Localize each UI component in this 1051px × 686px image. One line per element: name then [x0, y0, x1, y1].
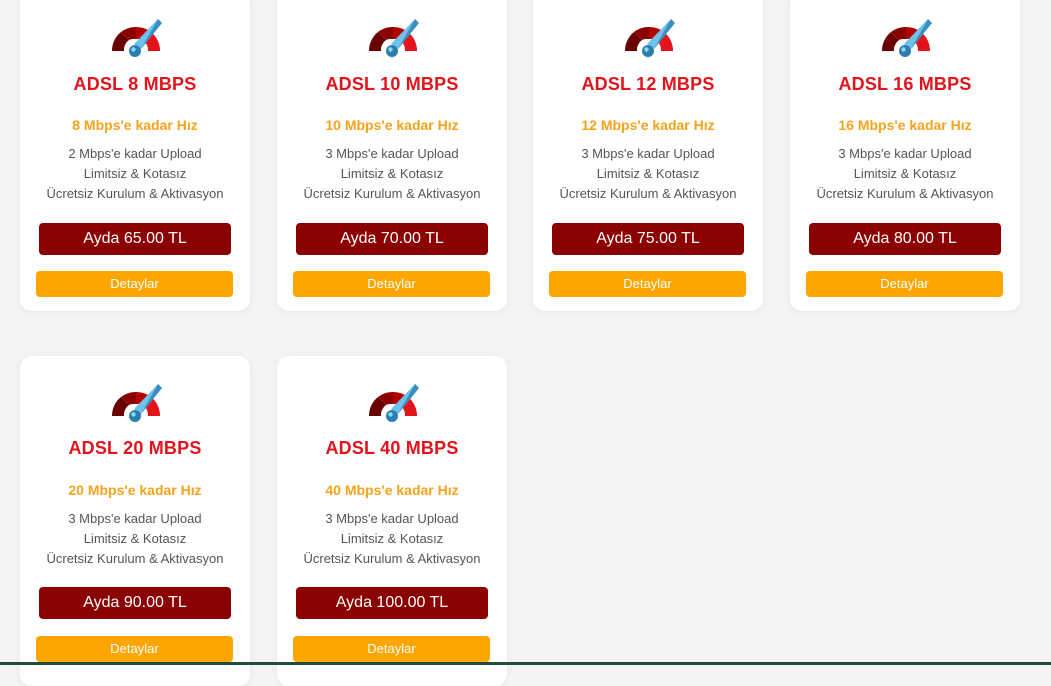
details-button[interactable]: Detaylar [36, 636, 233, 662]
plan-features: 3 Mbps'e kadar Upload Limitsiz & Kotasız… [277, 144, 507, 204]
price-button[interactable]: Ayda 65.00 TL [39, 223, 231, 255]
plan-limit: Limitsiz & Kotasız [853, 166, 957, 181]
plan-card-adsl-10: ADSL 10 MBPS 10 Mbps'e kadar Hız 3 Mbps'… [277, 0, 507, 311]
plan-limit: Limitsiz & Kotasız [83, 531, 187, 546]
plan-setup: Ücretsiz Kurulum & Aktivasyon [46, 551, 224, 566]
plan-speed: 12 Mbps'e kadar Hız [581, 117, 715, 133]
plan-setup: Ücretsiz Kurulum & Aktivasyon [303, 186, 481, 201]
plan-title: ADSL 12 MBPS [581, 74, 715, 94]
plan-upload: 3 Mbps'e kadar Upload [68, 511, 202, 526]
plan-setup: Ücretsiz Kurulum & Aktivasyon [303, 551, 481, 566]
plan-card-adsl-40: ADSL 40 MBPS 40 Mbps'e kadar Hız 3 Mbps'… [277, 356, 507, 686]
plan-features: 2 Mbps'e kadar Upload Limitsiz & Kotasız… [20, 144, 250, 204]
plan-upload: 3 Mbps'e kadar Upload [581, 146, 715, 161]
plan-card-adsl-8: ADSL 8 MBPS 8 Mbps'e kadar Hız 2 Mbps'e … [20, 0, 250, 311]
plan-upload: 3 Mbps'e kadar Upload [325, 511, 459, 526]
plan-title: ADSL 10 MBPS [325, 74, 459, 94]
plan-limit: Limitsiz & Kotasız [596, 166, 700, 181]
plan-speed: 40 Mbps'e kadar Hız [325, 482, 459, 498]
plan-title: ADSL 40 MBPS [325, 438, 459, 458]
plan-setup: Ücretsiz Kurulum & Aktivasyon [559, 186, 737, 201]
price-button[interactable]: Ayda 90.00 TL [39, 587, 231, 619]
plan-title: ADSL 8 MBPS [73, 74, 197, 94]
speedometer-icon [621, 15, 677, 57]
plan-setup: Ücretsiz Kurulum & Aktivasyon [816, 186, 994, 201]
price-button[interactable]: Ayda 75.00 TL [552, 223, 744, 255]
plan-upload: 3 Mbps'e kadar Upload [325, 146, 459, 161]
price-button[interactable]: Ayda 80.00 TL [809, 223, 1001, 255]
price-button[interactable]: Ayda 100.00 TL [296, 587, 488, 619]
plan-limit: Limitsiz & Kotasız [83, 166, 187, 181]
plan-features: 3 Mbps'e kadar Upload Limitsiz & Kotasız… [790, 144, 1020, 204]
details-button[interactable]: Detaylar [806, 271, 1003, 297]
plan-speed: 16 Mbps'e kadar Hız [838, 117, 972, 133]
speedometer-icon [108, 15, 164, 57]
plan-card-adsl-12: ADSL 12 MBPS 12 Mbps'e kadar Hız 3 Mbps'… [533, 0, 763, 311]
plan-limit: Limitsiz & Kotasız [340, 166, 444, 181]
speedometer-icon [878, 15, 934, 57]
plan-speed: 8 Mbps'e kadar Hız [72, 117, 198, 133]
plan-features: 3 Mbps'e kadar Upload Limitsiz & Kotasız… [277, 509, 507, 569]
price-button[interactable]: Ayda 70.00 TL [296, 223, 488, 255]
details-button[interactable]: Detaylar [36, 271, 233, 297]
plan-features: 3 Mbps'e kadar Upload Limitsiz & Kotasız… [533, 144, 763, 204]
details-button[interactable]: Detaylar [293, 271, 490, 297]
plan-upload: 2 Mbps'e kadar Upload [68, 146, 202, 161]
plan-features: 3 Mbps'e kadar Upload Limitsiz & Kotasız… [20, 509, 250, 569]
plan-title: ADSL 20 MBPS [68, 438, 202, 458]
speedometer-icon [108, 380, 164, 422]
details-button[interactable]: Detaylar [549, 271, 746, 297]
plan-upload: 3 Mbps'e kadar Upload [838, 146, 972, 161]
plan-speed: 20 Mbps'e kadar Hız [68, 482, 202, 498]
plan-speed: 10 Mbps'e kadar Hız [325, 117, 459, 133]
speedometer-icon [365, 15, 421, 57]
plan-card-adsl-16: ADSL 16 MBPS 16 Mbps'e kadar Hız 3 Mbps'… [790, 0, 1020, 311]
details-button[interactable]: Detaylar [293, 636, 490, 662]
plan-title: ADSL 16 MBPS [838, 74, 972, 94]
plan-setup: Ücretsiz Kurulum & Aktivasyon [46, 186, 224, 201]
speedometer-icon [365, 380, 421, 422]
plan-card-adsl-20: ADSL 20 MBPS 20 Mbps'e kadar Hız 3 Mbps'… [20, 356, 250, 686]
plan-limit: Limitsiz & Kotasız [340, 531, 444, 546]
